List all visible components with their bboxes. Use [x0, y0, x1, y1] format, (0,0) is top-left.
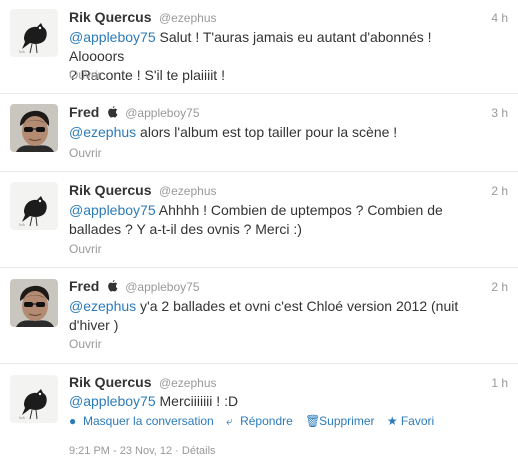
- avatar-rik[interactable]: bub: [10, 9, 58, 57]
- author-name[interactable]: Rik Quercus: [69, 9, 151, 25]
- mention-link[interactable]: @appleboy75: [69, 29, 156, 45]
- delete-label: Supprimer: [319, 414, 375, 428]
- tweet-actions: ● Masquer la conversation ⤶ Répondre 🗑Supp…: [69, 414, 443, 429]
- tweet-2[interactable]: Fred @appleboy75 3 h @ezephus alors l'al…: [0, 94, 518, 172]
- tweet-timestamp-details[interactable]: 9:21 PM - 23 Nov, 12 · Détails: [69, 445, 216, 457]
- mention-link[interactable]: @ezephus: [69, 298, 136, 314]
- avatar-rik[interactable]: bub: [10, 182, 58, 230]
- tweet-header: Fred @appleboy75: [69, 278, 200, 296]
- author-name[interactable]: Rik Quercus: [69, 182, 151, 198]
- tweet-5-expanded[interactable]: bub Rik Quercus @ezephus 1 h @appleboy75…: [0, 364, 518, 471]
- tweet-4[interactable]: Fred @appleboy75 2 h @ezephus y'a 2 ball…: [0, 268, 518, 364]
- mention-link[interactable]: @ezephus: [69, 124, 136, 140]
- avatar-fred[interactable]: [10, 279, 58, 327]
- tweet-text-line-1: alors l'album est top tailler pour la sc…: [136, 124, 398, 140]
- favorite-button[interactable]: ★ Favori: [387, 414, 434, 428]
- author-handle[interactable]: @appleboy75: [125, 280, 199, 294]
- tweet-text-line-2: ballades ? Y a-t-il des ovnis ? Merci :): [69, 221, 302, 237]
- author-name[interactable]: Rik Quercus: [69, 374, 151, 390]
- author-handle[interactable]: @ezephus: [159, 11, 217, 25]
- tweet-header: Rik Quercus @ezephus: [69, 182, 217, 200]
- favorite-label: Favori: [400, 414, 435, 428]
- reply-button[interactable]: ⤶ Répondre: [226, 414, 293, 429]
- svg-text:bub: bub: [19, 222, 25, 227]
- star-icon: ★: [386, 414, 398, 428]
- apple-icon: [107, 106, 118, 118]
- tweet-header: Fred @appleboy75: [69, 104, 200, 122]
- svg-text:bub: bub: [19, 49, 25, 54]
- man-sunglasses-icon: [10, 104, 58, 152]
- open-link[interactable]: Ouvrir: [69, 68, 102, 82]
- open-link[interactable]: Ouvrir: [69, 337, 102, 351]
- collapse-icon: ●: [69, 414, 77, 428]
- open-link[interactable]: Ouvrir: [69, 242, 102, 256]
- hide-conversation-label: Masquer la conversation: [83, 414, 214, 428]
- reply-label: Répondre: [240, 414, 293, 428]
- avatar-fred[interactable]: [10, 104, 58, 152]
- svg-text:bub: bub: [19, 415, 25, 420]
- delete-button[interactable]: 🗑Supprimer: [305, 414, 374, 428]
- tweet-text: @ezephus y'a 2 ballades et ovni c'est Ch…: [69, 297, 489, 335]
- bird-icon: bub: [10, 182, 58, 230]
- tweet-text-line-1: y'a 2 ballades et ovni c'est Chloé versi…: [136, 298, 459, 314]
- bird-icon: bub: [10, 9, 58, 57]
- tweet-time[interactable]: 4 h: [491, 11, 508, 25]
- tweet-text-line-1: Ahhhh ! Combien de uptempos ? Combien de: [155, 202, 443, 218]
- hide-conversation-button[interactable]: ● Masquer la conversation: [69, 414, 214, 428]
- avatar-rik[interactable]: bub: [10, 375, 58, 423]
- tweet-1[interactable]: bub Rik Quercus @ezephus 4 h @appleboy75…: [0, 0, 518, 94]
- tweet-3[interactable]: bub Rik Quercus @ezephus 2 h @appleboy75…: [0, 172, 518, 268]
- author-name[interactable]: Fred: [69, 104, 99, 120]
- tweet-header: Rik Quercus @ezephus: [69, 9, 217, 27]
- man-sunglasses-icon: [10, 279, 58, 327]
- author-handle[interactable]: @ezephus: [159, 376, 217, 390]
- author-name[interactable]: Fred: [69, 278, 99, 294]
- tweet-time[interactable]: 1 h: [491, 376, 508, 390]
- tweet-text: @ezephus alors l'album est top tailler p…: [69, 123, 489, 142]
- tweet-text: @appleboy75 Merciiiiiii ! :D: [69, 392, 489, 411]
- tweet-time[interactable]: 2 h: [491, 280, 508, 294]
- apple-icon: [107, 280, 118, 292]
- reply-icon: ⤶: [226, 414, 233, 428]
- tweet-text-line-2: d'hiver ): [69, 317, 119, 333]
- mention-link[interactable]: @appleboy75: [69, 393, 156, 409]
- tweet-header: Rik Quercus @ezephus: [69, 374, 217, 392]
- tweet-text-line-1: Merciiiiiii ! :D: [155, 393, 239, 409]
- tweet-time[interactable]: 2 h: [491, 184, 508, 198]
- mention-link[interactable]: @appleboy75: [69, 202, 156, 218]
- bird-icon: bub: [10, 375, 58, 423]
- open-link[interactable]: Ouvrir: [69, 146, 102, 160]
- tweet-text: @appleboy75 Ahhhh ! Combien de uptempos …: [69, 201, 489, 239]
- tweet-time[interactable]: 3 h: [491, 106, 508, 120]
- trash-icon: 🗑: [305, 414, 321, 428]
- tweet-text: @appleboy75 Salut ! T'auras jamais eu au…: [69, 28, 489, 85]
- author-handle[interactable]: @appleboy75: [125, 106, 199, 120]
- author-handle[interactable]: @ezephus: [159, 184, 217, 198]
